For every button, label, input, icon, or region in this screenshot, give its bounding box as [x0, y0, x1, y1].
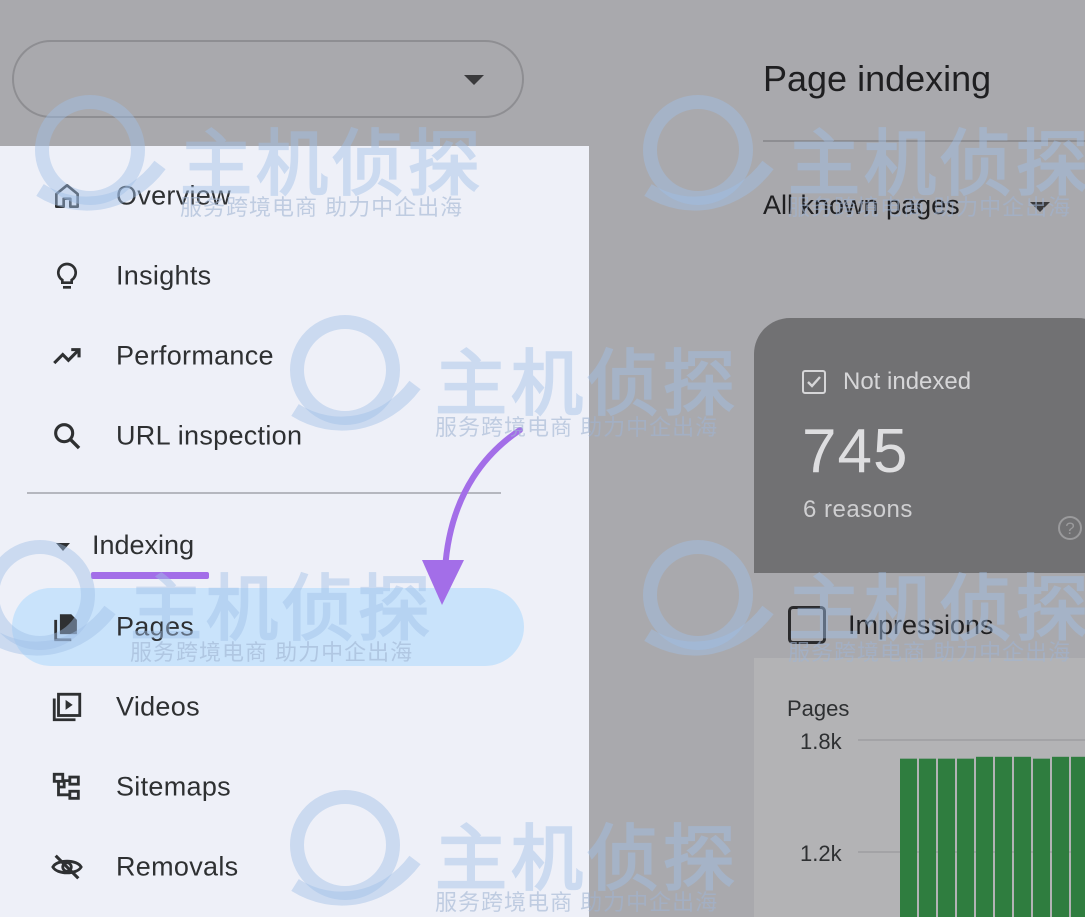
section-label: Indexing — [92, 530, 195, 560]
help-icon[interactable]: ? — [1058, 516, 1082, 540]
impressions-label: Impressions — [848, 610, 994, 640]
chart-bar[interactable] — [957, 758, 974, 917]
chevron-down-icon — [464, 75, 484, 85]
chart-bar[interactable] — [995, 756, 1012, 917]
title-divider — [763, 140, 1085, 142]
sidebar-item-label: Removals — [116, 851, 239, 882]
chart-bar[interactable] — [1052, 756, 1069, 917]
pages-filter-dropdown[interactable]: All known pages — [763, 190, 960, 221]
trending-up-icon — [50, 339, 84, 373]
home-icon — [50, 179, 84, 213]
sidebar-item-label: Overview — [116, 180, 231, 211]
chart-bar[interactable] — [900, 758, 917, 917]
chart-bar[interactable] — [1071, 756, 1085, 917]
sidebar-item-label: Performance — [116, 340, 274, 371]
video-library-icon — [50, 690, 84, 724]
search-console-page: Page indexing All known pages Not indexe… — [0, 0, 1085, 917]
sitemap-icon — [50, 770, 84, 804]
sidebar-item-label: URL inspection — [116, 420, 303, 451]
chevron-down-icon[interactable] — [1030, 202, 1050, 212]
chart-bar[interactable] — [1033, 758, 1050, 917]
not-indexed-count: 745 — [802, 417, 909, 486]
visibility-off-icon — [50, 850, 84, 884]
caret-down-icon[interactable] — [56, 543, 70, 551]
impressions-checkbox[interactable] — [788, 606, 826, 644]
sidebar-item-overview[interactable]: Overview — [0, 156, 589, 236]
search-icon — [50, 419, 84, 453]
reasons-count: 6 reasons — [803, 496, 913, 523]
chart-y-axis-label: Pages — [787, 696, 850, 721]
annotation-arrow — [422, 427, 523, 605]
highlight-underline — [91, 572, 209, 579]
sidebar-item-label: Pages — [116, 611, 195, 642]
not-indexed-label: Not indexed — [843, 368, 972, 395]
not-indexed-checkbox[interactable] — [802, 370, 826, 394]
sidebar-item-removals[interactable]: Removals — [0, 827, 589, 907]
sidebar-item-performance[interactable]: Performance — [0, 316, 589, 396]
page-title: Page indexing — [763, 58, 992, 99]
chart-bar[interactable] — [1014, 756, 1031, 917]
y-tick-label: 1.8k — [800, 729, 842, 754]
pages-icon — [50, 610, 84, 644]
sidebar-item-label: Insights — [116, 260, 212, 291]
chart-bar[interactable] — [938, 758, 955, 917]
sidebar-item-sitemaps[interactable]: Sitemaps — [0, 747, 589, 827]
lightbulb-icon — [50, 259, 84, 293]
chart-bar[interactable] — [919, 758, 936, 917]
sidebar-item-label: Sitemaps — [116, 771, 231, 802]
y-tick-label: 1.2k — [800, 841, 842, 866]
sidebar-item-insights[interactable]: Insights — [0, 236, 589, 316]
sidebar-item-label: Videos — [116, 691, 200, 722]
sidebar-item-videos[interactable]: Videos — [0, 667, 589, 747]
globe-icon — [643, 95, 774, 211]
chart-bar[interactable] — [976, 756, 993, 917]
property-selector[interactable] — [12, 40, 524, 118]
